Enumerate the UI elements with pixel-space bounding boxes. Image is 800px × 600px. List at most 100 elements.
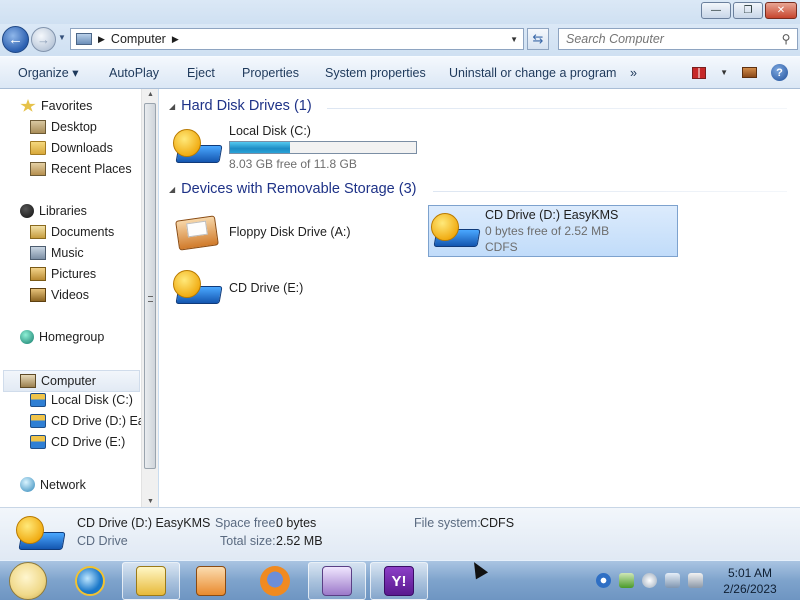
hard-drive-icon <box>173 127 223 167</box>
preview-pane-icon[interactable] <box>742 67 757 78</box>
taskbar-app[interactable] <box>308 562 366 600</box>
view-controls: ▼ ? <box>692 64 788 81</box>
taskbar-firefox[interactable] <box>246 562 304 600</box>
minimize-button[interactable]: — <box>701 2 731 19</box>
sidebar-item-downloads[interactable]: Downloads <box>30 141 113 155</box>
address-dropdown-icon[interactable]: ▼ <box>510 35 518 44</box>
taskbar-clock[interactable]: 5:01 AM 2/26/2023 <box>714 565 786 597</box>
sidebar-item-network[interactable]: Network <box>20 477 86 492</box>
scroll-down-icon[interactable]: ▼ <box>142 498 159 505</box>
music-icon <box>30 246 46 260</box>
window-controls: — ❐ ✕ <box>701 2 797 19</box>
disk-usage-fill <box>230 141 290 153</box>
sidebar-item-pictures[interactable]: Pictures <box>30 267 96 281</box>
navigation-scrollbar[interactable]: ▲ ▼ <box>141 89 158 507</box>
title-bar: — ❐ ✕ <box>0 0 800 24</box>
windows-explorer-icon <box>136 566 166 596</box>
scroll-up-icon[interactable]: ▲ <box>142 91 159 98</box>
cd-drive-icon <box>30 435 46 449</box>
drive-tile-cd-drive-e[interactable]: CD Drive (E:) <box>173 263 423 313</box>
scroll-thumb[interactable] <box>144 103 156 469</box>
eject-button[interactable]: Eject <box>187 66 215 80</box>
start-button[interactable] <box>9 562 47 600</box>
clock-time: 5:01 AM <box>727 566 773 580</box>
properties-button[interactable]: Properties <box>242 66 299 80</box>
refresh-icon: ⇆ <box>532 31 544 46</box>
navigation-bar: ← → ▼ ▶ Computer ▶ ▼ ⇆ ⚲ <box>0 24 800 56</box>
sidebar-item-recent-places[interactable]: Recent Places <box>30 162 132 176</box>
taskbar-media-player[interactable] <box>182 562 240 600</box>
group-header-hard-disk-drives[interactable]: ◢ Hard Disk Drives (1) <box>169 98 312 114</box>
recent-pages-dropdown[interactable]: ▼ <box>58 33 66 42</box>
sidebar-item-computer[interactable]: Computer <box>3 370 140 392</box>
group-header-removable-storage[interactable]: ◢ Devices with Removable Storage (3) <box>169 181 416 197</box>
total-size-label: Total size: <box>220 534 276 548</box>
collapse-triangle-icon[interactable]: ◢ <box>169 102 175 111</box>
sidebar-item-homegroup[interactable]: Homegroup <box>20 330 104 344</box>
security-center-icon[interactable] <box>619 573 634 588</box>
sidebar-item-videos[interactable]: Videos <box>30 288 89 302</box>
action-center-icon[interactable] <box>665 573 680 588</box>
sidebar-item-desktop[interactable]: Desktop <box>30 120 97 134</box>
sidebar-item-cd-drive-e[interactable]: CD Drive (E:) <box>30 435 125 449</box>
breadcrumb-computer[interactable]: Computer <box>111 32 166 46</box>
drive-tile-local-disk[interactable]: Local Disk (C:) 8.03 GB free of 11.8 GB <box>173 122 423 172</box>
sidebar-item-libraries[interactable]: Libraries <box>20 204 87 218</box>
drive-tile-floppy[interactable]: Floppy Disk Drive (A:) <box>173 207 423 257</box>
close-button[interactable]: ✕ <box>765 2 797 19</box>
more-commands-button[interactable]: » <box>630 66 637 80</box>
homegroup-icon <box>20 330 34 344</box>
sidebar-item-label: Videos <box>51 288 89 302</box>
collapse-triangle-icon[interactable]: ◢ <box>169 185 175 194</box>
search-icon[interactable]: ⚲ <box>775 32 797 46</box>
sidebar-item-label: Network <box>40 477 86 492</box>
search-box[interactable]: ⚲ <box>558 28 798 50</box>
firefox-icon <box>260 566 290 596</box>
breadcrumb-chevron-icon[interactable]: ▶ <box>98 34 105 45</box>
videos-icon <box>30 288 46 302</box>
recent-places-icon <box>30 162 46 176</box>
search-input[interactable] <box>559 32 775 46</box>
sidebar-item-local-disk[interactable]: Local Disk (C:) <box>30 393 133 407</box>
network-icon <box>20 477 35 492</box>
address-bar[interactable]: ▶ Computer ▶ ▼ <box>70 28 524 50</box>
messenger-status-icon[interactable] <box>642 573 657 588</box>
drive-icon <box>30 393 46 407</box>
drive-name: Floppy Disk Drive (A:) <box>229 225 351 239</box>
taskbar-internet-explorer[interactable] <box>61 562 119 600</box>
sidebar-item-label: CD Drive (E:) <box>51 435 126 449</box>
drive-name: Local Disk (C:) <box>229 123 311 138</box>
navigation-pane: Favorites Desktop Downloads Recent Place… <box>0 89 158 507</box>
autoplay-button[interactable]: AutoPlay <box>109 66 159 80</box>
sidebar-item-cd-drive-d[interactable]: CD Drive (D:) EasyKMS <box>30 414 141 428</box>
maximize-button[interactable]: ❐ <box>733 2 763 19</box>
forward-button[interactable]: → <box>31 27 56 52</box>
drive-free-space: 0 bytes free of 2.52 MB <box>485 224 610 238</box>
volume-muted-icon[interactable] <box>688 573 703 588</box>
clock-date: 2/26/2023 <box>723 582 777 596</box>
back-button[interactable]: ← <box>2 26 29 53</box>
drive-tile-cd-drive-d[interactable]: CD Drive (D:) EasyKMS 0 bytes free of 2.… <box>428 205 678 257</box>
arrow-right-icon: → <box>37 32 50 47</box>
view-options-dropdown-icon[interactable]: ▼ <box>720 68 728 77</box>
change-view-icon[interactable] <box>692 66 707 79</box>
sidebar-item-music[interactable]: Music <box>30 246 84 260</box>
network-status-icon[interactable] <box>596 573 611 588</box>
details-type: CD Drive <box>77 534 128 548</box>
sidebar-item-label: Local Disk (C:) <box>51 393 133 407</box>
sidebar-item-documents[interactable]: Documents <box>30 225 114 239</box>
drive-free-space: 8.03 GB free of 11.8 GB <box>229 156 357 171</box>
sidebar-item-label: Desktop <box>51 120 97 134</box>
uninstall-program-button[interactable]: Uninstall or change a program <box>449 66 616 80</box>
desktop-icon <box>30 120 46 134</box>
sidebar-item-favorites[interactable]: Favorites <box>20 99 92 113</box>
refresh-button[interactable]: ⇆ <box>527 28 549 50</box>
space-free-value: 0 bytes <box>276 516 317 530</box>
sidebar-item-label: Homegroup <box>39 330 105 344</box>
breadcrumb-chevron-icon[interactable]: ▶ <box>172 34 179 45</box>
organize-menu[interactable]: Organize ▾ <box>18 65 78 80</box>
system-properties-button[interactable]: System properties <box>325 66 426 80</box>
taskbar-windows-explorer[interactable] <box>122 562 180 600</box>
taskbar-yahoo-messenger[interactable]: Y! <box>370 562 428 600</box>
help-icon[interactable]: ? <box>771 64 788 81</box>
